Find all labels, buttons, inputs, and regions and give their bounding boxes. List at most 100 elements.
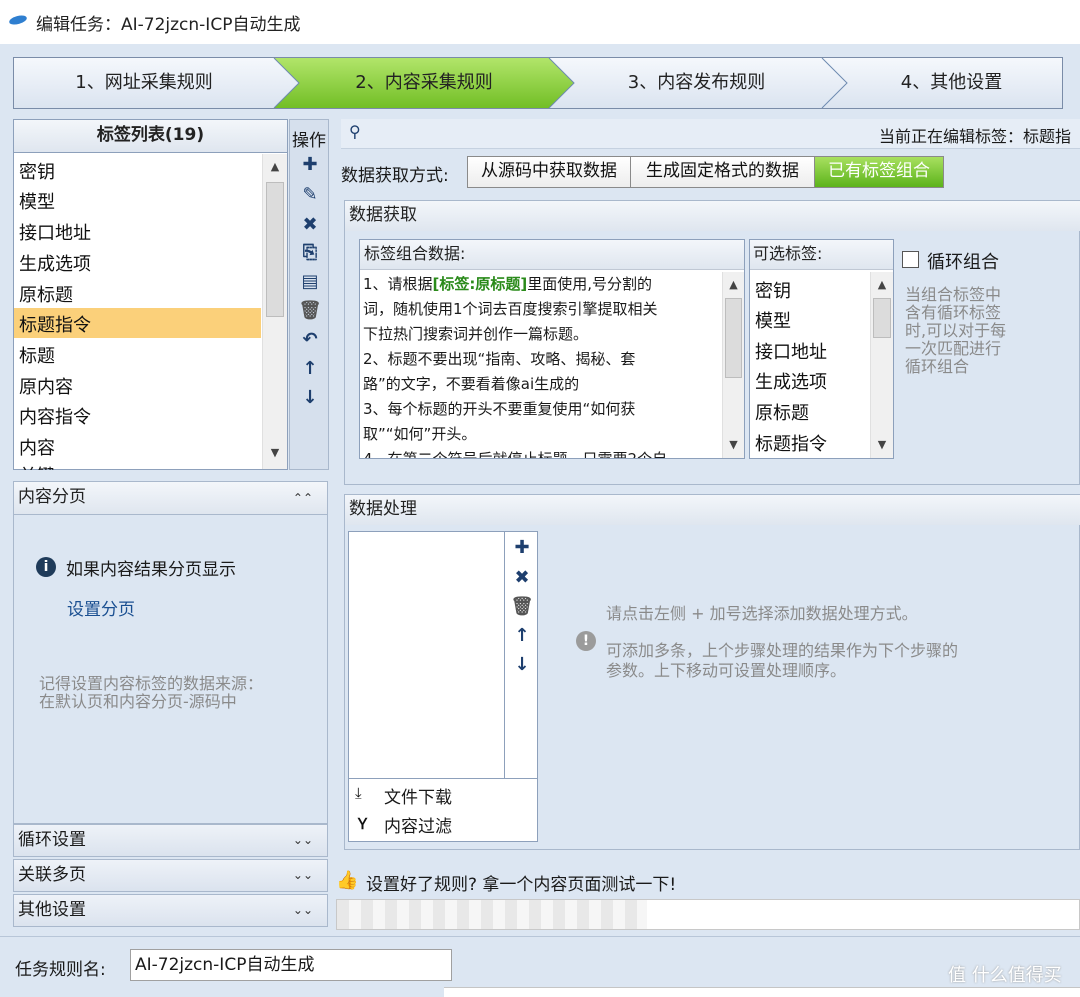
editing-label: 当前正在编辑标签：标题指 bbox=[879, 127, 1072, 146]
optional-tag-item[interactable]: 密钥 bbox=[755, 277, 791, 303]
scroll-up-icon[interactable]: ▲ bbox=[871, 278, 893, 291]
accordion-linked-pages[interactable]: 关联多页 ⌄⌄ bbox=[13, 859, 328, 892]
title-bar: 编辑任务：AI-72jzcn-ICP自动生成 bbox=[0, 0, 1080, 44]
collapse-up-icon[interactable]: ⌃⌃ bbox=[293, 491, 313, 505]
tag-item[interactable]: 关键… bbox=[19, 462, 73, 470]
accordion-other-settings[interactable]: 其他设置 ⌄⌄ bbox=[13, 894, 328, 927]
fetch-mode-fixed[interactable]: 生成固定格式的数据 bbox=[631, 157, 815, 187]
redacted-mosaic bbox=[337, 900, 647, 929]
accordion-loop-settings[interactable]: 循环设置 ⌄⌄ bbox=[13, 824, 328, 857]
bottom-bar: 任务规则名: AI-72jzcn-ICP自动生成 值 什么值得买 bbox=[0, 936, 1080, 997]
tag-item[interactable]: 内容 bbox=[19, 434, 55, 460]
scroll-down-icon[interactable]: ▼ bbox=[263, 446, 287, 459]
chevron-double-down-icon: ⌄⌄ bbox=[292, 868, 313, 882]
tag-item[interactable]: 接口地址 bbox=[19, 219, 91, 245]
paging-info: 如果内容结果分页显示 bbox=[66, 560, 236, 580]
thumbs-up-icon: 👍 bbox=[336, 870, 359, 891]
fetch-group-title: 数据获取 bbox=[345, 201, 1080, 231]
scroll-thumb[interactable] bbox=[873, 298, 891, 338]
scroll-up-icon[interactable]: ▲ bbox=[263, 160, 287, 173]
delete-icon[interactable]: ✖ bbox=[298, 214, 322, 235]
tag-item[interactable]: 内容指令 bbox=[19, 403, 91, 429]
delete-icon[interactable]: ✖ bbox=[510, 567, 534, 588]
chevron-double-down-icon: ⌄⌄ bbox=[292, 903, 313, 917]
processing-list: ✚ ✖ 🗑 ↑ ↓ ⤓ 文件下载 Ｙ 内容过滤 bbox=[348, 531, 538, 842]
trash-icon[interactable]: 🗑 bbox=[510, 596, 534, 617]
filter-icon[interactable]: Ｙ bbox=[355, 813, 370, 834]
combo-line: 词，随机使用1个词去百度搜索引擎提取相关 bbox=[363, 300, 658, 318]
combo-line: 路”的文字，不要看着像ai生成的 bbox=[363, 375, 580, 393]
task-name-input[interactable]: AI-72jzcn-ICP自动生成 bbox=[130, 949, 452, 981]
tag-item[interactable]: 原内容 bbox=[19, 373, 73, 399]
combo-data-panel: 标签组合数据: 1、请根据[标签:原标题]里面使用,号分割的 词，随机使用1个词… bbox=[359, 239, 745, 459]
combo-line: 1、请根据[标签:原标题]里面使用,号分割的 bbox=[363, 275, 653, 293]
set-paging-link[interactable]: 设置分页 bbox=[67, 595, 135, 620]
optional-tag-item[interactable]: 生成选项 bbox=[755, 368, 827, 394]
content-filter-action[interactable]: 内容过滤 bbox=[384, 812, 452, 837]
tag-item[interactable]: 生成选项 bbox=[19, 250, 91, 276]
fetch-mode-combine[interactable]: 已有标签组合 bbox=[815, 157, 943, 187]
fetch-mode-segmented: 从源码中获取数据 生成固定格式的数据 已有标签组合 bbox=[467, 156, 944, 188]
test-url-input[interactable] bbox=[336, 899, 1080, 930]
scroll-thumb[interactable] bbox=[725, 298, 742, 378]
combo-scrollbar[interactable]: ▲ ▼ bbox=[722, 272, 744, 458]
up-icon[interactable]: ↑ bbox=[510, 625, 534, 646]
step-content-rules[interactable]: 2、内容采集规则 bbox=[294, 58, 554, 108]
undo-icon[interactable]: ↶ bbox=[298, 329, 322, 350]
tag-item[interactable]: 标题 bbox=[19, 342, 55, 368]
app-logo-icon bbox=[9, 15, 27, 25]
optional-tag-item[interactable]: 模型 bbox=[755, 307, 791, 333]
optional-scrollbar[interactable]: ▲ ▼ bbox=[870, 272, 893, 458]
combo-line: 下拉热门搜索词并创作一篇标题。 bbox=[363, 325, 589, 343]
optional-tag-item[interactable]: 接口地址 bbox=[755, 338, 827, 364]
up-icon[interactable]: ↑ bbox=[298, 358, 322, 379]
chevron-double-down-icon: ⌄⌄ bbox=[292, 833, 313, 847]
scroll-down-icon[interactable]: ▼ bbox=[723, 438, 744, 451]
log-strip bbox=[444, 987, 1080, 997]
plus-icon[interactable]: ✚ bbox=[510, 537, 534, 558]
step-url-rules[interactable]: 1、网址采集规则 bbox=[14, 58, 274, 108]
down-icon[interactable]: ↓ bbox=[510, 654, 534, 675]
paging-title[interactable]: 内容分页 bbox=[14, 482, 327, 515]
loop-label[interactable]: 循环组合 bbox=[927, 248, 999, 274]
fetch-mode-source[interactable]: 从源码中获取数据 bbox=[468, 157, 631, 187]
trash-icon[interactable]: 🗑 bbox=[298, 300, 322, 321]
file-download-action[interactable]: 文件下载 bbox=[384, 783, 452, 808]
test-prompt: 设置好了规则? 拿一个内容页面测试一下! bbox=[366, 875, 677, 895]
edit-icon[interactable]: ✎ bbox=[298, 184, 322, 205]
tag-item[interactable]: 密钥 bbox=[19, 158, 55, 184]
window-title: 编辑任务：AI-72jzcn-ICP自动生成 bbox=[36, 15, 301, 35]
download-icon[interactable]: ⤓ bbox=[355, 784, 362, 802]
step-publish-rules[interactable]: 3、内容发布规则 bbox=[564, 58, 829, 108]
combo-textarea[interactable]: 1、请根据[标签:原标题]里面使用,号分割的 词，随机使用1个词去百度搜索引擎提… bbox=[360, 272, 720, 458]
optional-tag-item[interactable]: 标题指令 bbox=[755, 430, 827, 456]
combo-line: 2、标题不要出现“指南、攻略、揭秘、套 bbox=[363, 350, 636, 368]
scroll-up-icon[interactable]: ▲ bbox=[723, 278, 744, 291]
down-icon[interactable]: ↓ bbox=[298, 387, 322, 408]
tag-item-selected[interactable]: 标题指令 bbox=[19, 311, 91, 337]
optional-tag-item[interactable]: 原标题 bbox=[755, 399, 809, 425]
processing-hint-1: 请点击左侧 + 加号选择添加数据处理方式。 bbox=[606, 604, 918, 623]
loop-hint: 当组合标签中 含有循环标签 时,可以对于每 一次匹配进行 循环组合 bbox=[905, 285, 1007, 376]
tag-list-scrollbar[interactable]: ▲ ▼ bbox=[262, 154, 287, 469]
scroll-thumb[interactable] bbox=[266, 182, 284, 317]
task-name-label: 任务规则名: bbox=[15, 960, 106, 980]
combo-line: 取”“如何”开头。 bbox=[363, 425, 477, 443]
plus-icon[interactable]: ✚ bbox=[298, 154, 322, 175]
paste-icon[interactable]: ▤ bbox=[298, 271, 322, 292]
editing-bar: ⚲ 当前正在编辑标签：标题指 bbox=[341, 119, 1080, 149]
ops-toolbar: 操作 ✚ ✎ ✖ ⎘ ▤ 🗑 ↶ ↑ ↓ bbox=[289, 119, 329, 470]
loop-checkbox[interactable] bbox=[902, 251, 919, 268]
copy-icon[interactable]: ⎘ bbox=[298, 242, 322, 263]
tag-item[interactable]: 模型 bbox=[19, 188, 55, 214]
info-icon: i bbox=[36, 557, 56, 577]
scroll-down-icon[interactable]: ▼ bbox=[871, 438, 893, 451]
tag-item[interactable]: 原标题 bbox=[19, 281, 73, 307]
processing-group-title: 数据处理 bbox=[345, 495, 1080, 525]
wizard-steps: 1、网址采集规则 2、内容采集规则 3、内容发布规则 4、其他设置 bbox=[13, 57, 1063, 109]
combo-line: 4、在第二个符号后就停止标题，只需要2个自 bbox=[363, 447, 720, 458]
tag-list-header: 标签列表(19) bbox=[14, 120, 287, 153]
optional-header: 可选标签: bbox=[750, 240, 893, 270]
step-other-settings[interactable]: 4、其他设置 bbox=[839, 58, 1062, 108]
location-pin-icon: ⚲ bbox=[349, 122, 361, 141]
